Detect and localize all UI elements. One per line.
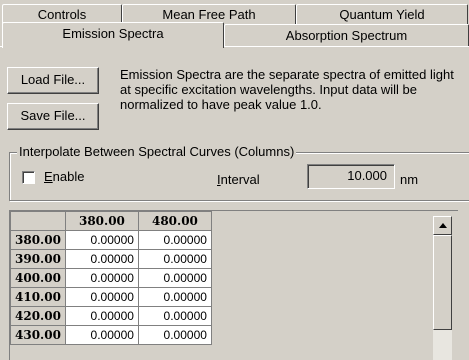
grid-row-header[interactable]: 420.00 — [10, 306, 66, 326]
save-file-button[interactable]: Save File... — [7, 103, 99, 130]
table-row: 390.00 0.00000 0.00000 — [10, 249, 212, 269]
grid-cell[interactable]: 0.00000 — [64, 249, 139, 269]
spectra-table: 380.00 480.00 380.00 0.00000 0.00000 390… — [10, 211, 212, 345]
grid-header-row: 380.00 480.00 — [10, 211, 212, 231]
table-row: 400.00 0.00000 0.00000 — [10, 268, 212, 288]
enable-label-accesskey: E — [44, 169, 53, 184]
enable-checkbox[interactable] — [22, 171, 35, 184]
enable-label[interactable]: Enable — [44, 169, 84, 184]
interval-input[interactable]: 10.000 — [307, 164, 395, 189]
load-file-button[interactable]: Load File... — [7, 67, 99, 94]
tab-absorption-spectrum[interactable]: Absorption Spectrum — [224, 24, 469, 46]
table-row: 420.00 0.00000 0.00000 — [10, 306, 212, 326]
scrollbar-thumb[interactable] — [433, 235, 452, 330]
description-line-1: Emission Spectra are the separate spectr… — [120, 67, 454, 82]
grid-cell[interactable]: 0.00000 — [64, 230, 139, 250]
table-row: 410.00 0.00000 0.00000 — [10, 287, 212, 307]
grid-column-header[interactable]: 380.00 — [64, 211, 139, 231]
table-row: 430.00 0.00000 0.00000 — [10, 325, 212, 345]
grid-vertical-scrollbar[interactable] — [432, 216, 452, 360]
grid-column-header[interactable]: 480.00 — [137, 211, 212, 231]
grid-cell[interactable]: 0.00000 — [137, 249, 212, 269]
interpolate-group-label: Interpolate Between Spectral Curves (Col… — [17, 144, 297, 159]
description-line-2: at specific excitation wavelengths. Inpu… — [120, 82, 418, 97]
tab-mean-free-path[interactable]: Mean Free Path — [122, 4, 296, 24]
grid-cell[interactable]: 0.00000 — [137, 268, 212, 288]
grid-row-header[interactable]: 410.00 — [10, 287, 66, 307]
grid-cell[interactable]: 0.00000 — [64, 306, 139, 326]
grid-cell[interactable]: 0.00000 — [137, 287, 212, 307]
tab-controls[interactable]: Controls — [2, 4, 122, 24]
interval-unit: nm — [400, 172, 419, 187]
spectra-grid[interactable]: 380.00 480.00 380.00 0.00000 0.00000 390… — [9, 210, 458, 360]
grid-cell[interactable]: 0.00000 — [64, 268, 139, 288]
grid-row-header[interactable]: 430.00 — [10, 325, 66, 345]
grid-row-header[interactable]: 390.00 — [10, 249, 66, 269]
scroll-up-button[interactable] — [433, 216, 452, 235]
grid-corner-cell — [10, 211, 66, 231]
interval-label-rest: nterval — [220, 172, 260, 187]
grid-row-header[interactable]: 380.00 — [10, 230, 66, 250]
arrow-up-icon — [439, 223, 447, 228]
grid-row-header[interactable]: 400.00 — [10, 268, 66, 288]
grid-cell[interactable]: 0.00000 — [137, 230, 212, 250]
tab-emission-spectra[interactable]: Emission Spectra — [2, 22, 224, 48]
tab-quantum-yield[interactable]: Quantum Yield — [296, 4, 468, 24]
description-line-3: normalized to have peak value 1.0. — [120, 97, 322, 112]
grid-cell[interactable]: 0.00000 — [64, 325, 139, 345]
table-row: 380.00 0.00000 0.00000 — [10, 230, 212, 250]
grid-cell[interactable]: 0.00000 — [137, 325, 212, 345]
enable-label-rest: nable — [52, 169, 85, 184]
interval-label: Interval — [217, 172, 260, 187]
grid-cell[interactable]: 0.00000 — [64, 287, 139, 307]
description-text: Emission Spectra are the separate spectr… — [120, 67, 469, 112]
grid-cell[interactable]: 0.00000 — [137, 306, 212, 326]
